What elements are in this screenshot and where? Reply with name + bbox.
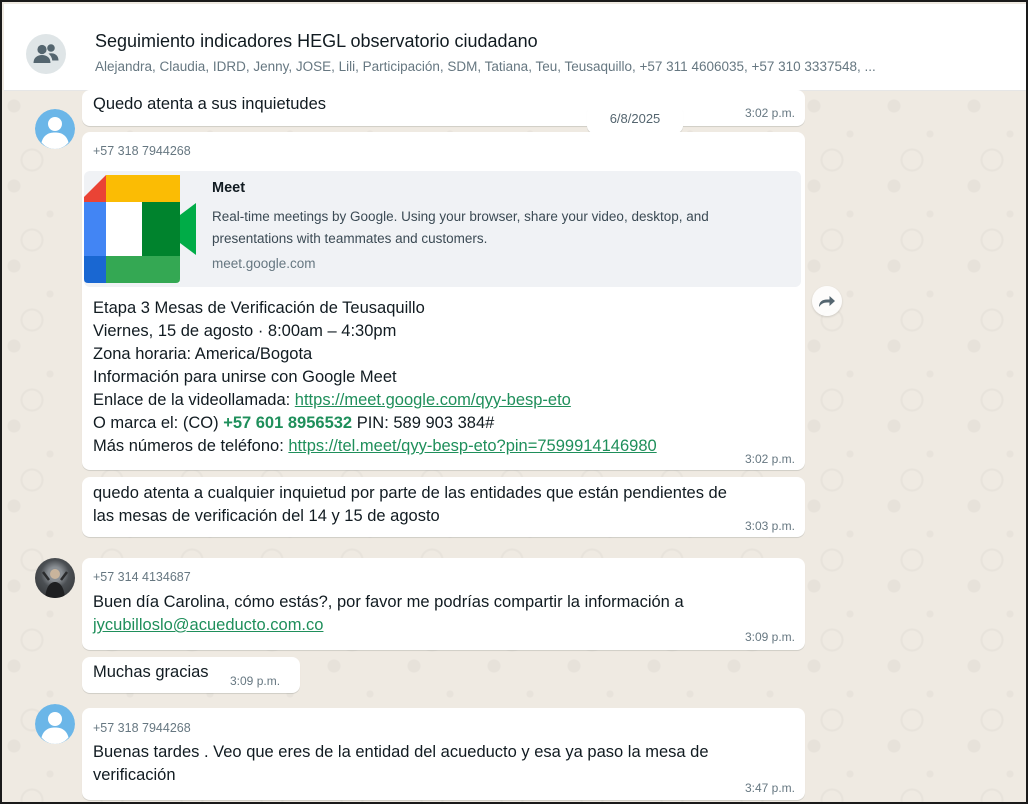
user-avatar-icon[interactable] (35, 704, 75, 744)
message-text-line: jycubilloslo@acueducto.com.co (93, 614, 323, 637)
message-time: 3:47 p.m. (744, 781, 795, 795)
message-text-line: Información para unirse con Google Meet (93, 368, 397, 386)
message-text-line: Buenas tardes . Veo que eres de la entid… (93, 743, 709, 761)
message-time: 3:02 p.m. (744, 452, 795, 466)
message-text-line: O marca el: (CO) +57 601 8956532 PIN: 58… (93, 412, 494, 435)
link-preview-domain: meet.google.com (212, 256, 316, 271)
message-sender[interactable]: +57 318 7944268 (93, 144, 191, 158)
pin-text: PIN: 589 903 384# (352, 414, 495, 432)
message-bubble[interactable]: +57 318 7944268 Buenas tardes . Veo que … (82, 708, 805, 800)
message-bubble[interactable]: Quedo atenta a sus inquietudes 3:02 p.m. (82, 90, 805, 126)
group-avatar-icon[interactable] (26, 34, 66, 74)
message-sender[interactable]: +57 314 4134687 (93, 570, 191, 584)
dial-label: O marca el: (CO) (93, 414, 224, 432)
date-separator: 6/8/2025 (587, 105, 683, 133)
chat-members-list[interactable]: Alejandra, Claudia, IDRD, Jenny, JOSE, L… (95, 59, 1021, 74)
link-preview-card[interactable]: Meet Real-time meetings by Google. Using… (84, 171, 801, 287)
user-avatar-photo[interactable] (35, 558, 75, 598)
tel-meet-link[interactable]: https://tel.meet/qyy-besp-eto?pin=759991… (288, 437, 656, 455)
user-avatar-icon[interactable] (35, 109, 75, 149)
message-bubble[interactable]: Muchas gracias 3:09 p.m. (82, 657, 300, 693)
message-time: 3:09 p.m. (230, 674, 281, 688)
chat-header[interactable]: Seguimiento indicadores HEGL observatori… (4, 4, 1026, 91)
google-meet-logo (84, 175, 196, 283)
whatsapp-chat-window: Seguimiento indicadores HEGL observatori… (0, 0, 1028, 804)
more-numbers-label: Más números de teléfono: (93, 437, 289, 455)
chat-title[interactable]: Seguimiento indicadores HEGL observatori… (95, 31, 538, 52)
link-label: Enlace de la videollamada: (93, 391, 295, 409)
forward-icon (819, 296, 835, 307)
link-preview-title: Meet (212, 180, 246, 196)
message-bubble[interactable]: quedo atenta a cualquier inquietud por p… (82, 477, 805, 537)
message-time: 3:09 p.m. (744, 630, 795, 644)
message-bubble[interactable]: +57 314 4134687 Buen día Carolina, cómo … (82, 558, 805, 650)
message-text-line: las mesas de verificación del 14 y 15 de… (93, 507, 440, 525)
email-link[interactable]: jycubilloslo@acueducto.com.co (93, 616, 323, 634)
message-text-line: quedo atenta a cualquier inquietud por p… (93, 484, 727, 502)
message-text: Quedo atenta a sus inquietudes (93, 95, 327, 113)
message-sender[interactable]: +57 318 7944268 (93, 721, 191, 735)
phone-number-link[interactable]: +57 601 8956532 (223, 414, 352, 432)
message-text: Muchas gracias (93, 663, 209, 681)
message-text-line: Viernes, 15 de agosto · 8:00am – 4:30pm (93, 322, 397, 340)
message-time: 3:03 p.m. (744, 519, 795, 533)
message-text-line: Buen día Carolina, cómo estás?, por favo… (93, 593, 684, 611)
message-text-line: Más números de teléfono: https://tel.mee… (93, 435, 657, 458)
forward-button[interactable] (812, 286, 842, 316)
meet-link[interactable]: https://meet.google.com/qyy-besp-eto (295, 391, 571, 409)
message-text-line: Etapa 3 Mesas de Verificación de Teusaqu… (93, 299, 425, 317)
message-time: 3:02 p.m. (744, 106, 795, 120)
message-text-line: verificación (93, 766, 176, 784)
link-preview-description: Real-time meetings by Google. Using your… (212, 209, 709, 246)
message-text-line: Zona horaria: America/Bogota (93, 345, 313, 363)
message-text-line: Enlace de la videollamada: https://meet.… (93, 389, 571, 412)
